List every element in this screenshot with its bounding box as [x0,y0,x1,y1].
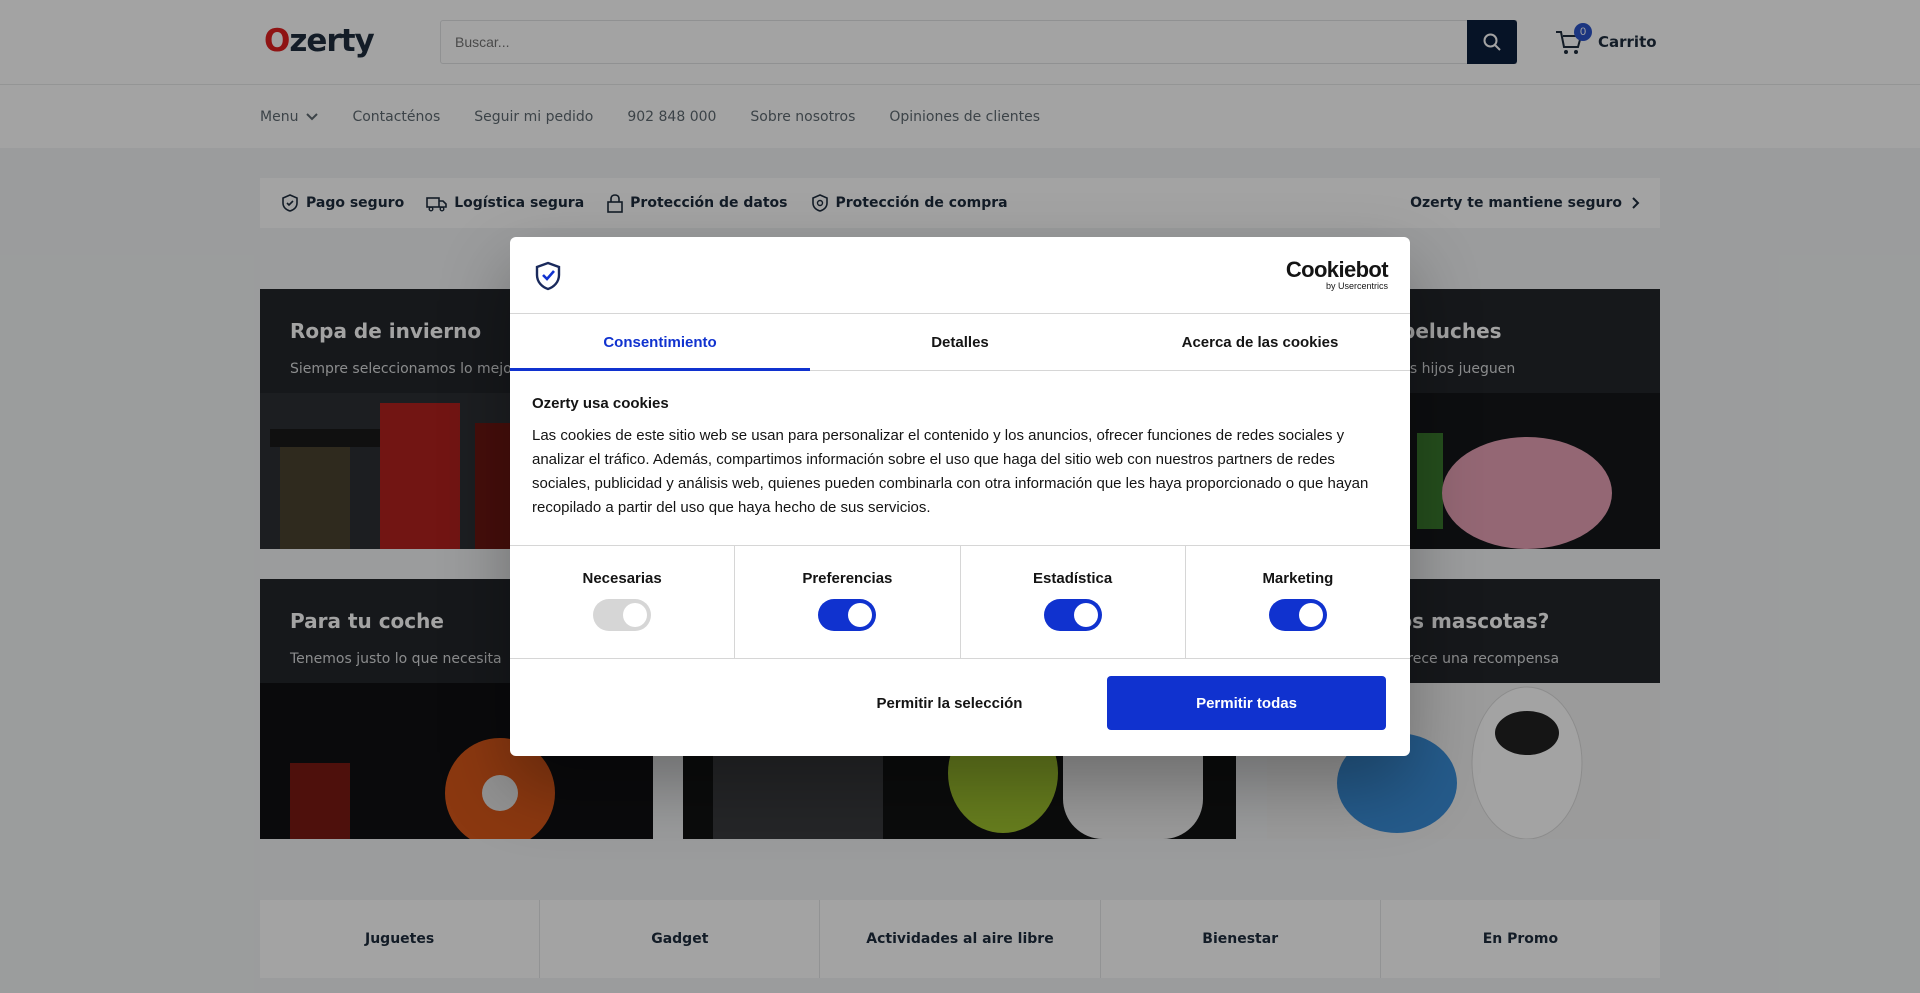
consent-heading: Ozerty usa cookies [532,395,669,412]
toggle-group-marketing: Marketing [1186,546,1410,658]
cookie-consent-dialog: Cookiebot by Usercentrics Consentimiento… [510,237,1410,756]
consent-body: Ozerty usa cookies Las cookies de este s… [532,395,1382,520]
toggle-label: Necesarias [582,570,662,587]
allow-selection-button[interactable]: Permitir la selección [810,676,1089,730]
cookiebot-byline: by Usercentrics [1325,281,1388,291]
allow-all-button[interactable]: Permitir todas [1107,676,1386,730]
toggle-label: Estadística [1033,570,1113,587]
toggle-group-preferences: Preferencias [735,546,961,658]
preferences-switch[interactable] [818,599,877,631]
dialog-header: Cookiebot by Usercentrics [510,237,1410,314]
tab-consent[interactable]: Consentimiento [510,315,810,371]
necessary-switch [593,599,652,631]
toggle-group-necessary: Necesarias [510,546,736,658]
toggle-label: Marketing [1262,570,1334,587]
consent-description: Las cookies de este sitio web se usan pa… [532,427,1369,516]
consent-tabs: Consentimiento Detalles Acerca de las co… [510,315,1410,371]
tab-details[interactable]: Detalles [810,315,1110,370]
consent-actions: Permitir la selección Permitir todas [510,676,1410,732]
tab-about-cookies[interactable]: Acerca de las cookies [1110,315,1410,370]
consent-toggles: Necesarias Preferencias Estadística Mark… [510,545,1410,659]
cookiebot-brand: Cookiebot [1285,257,1389,282]
marketing-switch[interactable] [1268,599,1327,631]
statistics-switch[interactable] [1043,599,1102,631]
consent-shield-icon [535,261,561,291]
toggle-label: Preferencias [802,570,893,587]
cookiebot-logo[interactable]: Cookiebot by Usercentrics [1285,257,1389,292]
toggle-group-statistics: Estadística [961,546,1186,658]
